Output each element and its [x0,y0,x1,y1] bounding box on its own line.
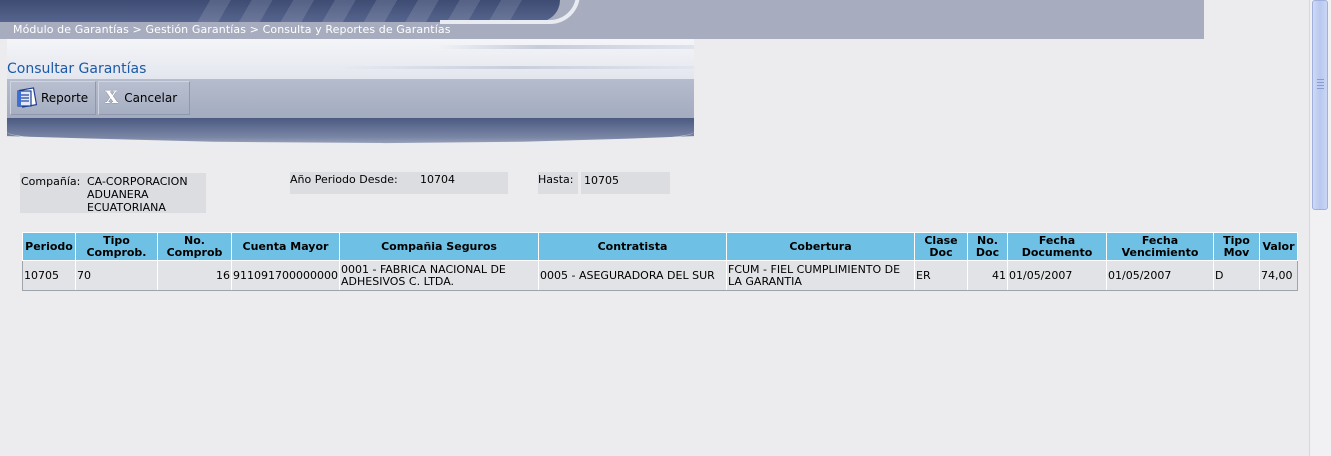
table-cell: 01/05/2007 [1106,260,1214,291]
col-header[interactable]: Tipo Mov [1213,232,1260,261]
toolbar: Reporte X Cancelar [7,79,694,118]
table-cell: 911091700000000 [231,260,340,291]
col-header[interactable]: No. Doc [967,232,1008,261]
page-title: Consultar Garantías [7,61,147,77]
breadcrumb: Módulo de Garantías > Gestión Garantías … [13,23,451,36]
col-header[interactable]: Fecha Vencimiento [1106,232,1214,261]
table-cell: D [1213,260,1260,291]
reporte-label: Reporte [41,91,89,105]
table-cell: 70 [75,260,158,291]
report-icon [16,86,38,111]
cancelar-button[interactable]: X Cancelar [98,81,190,115]
close-x-icon: X [105,88,119,108]
top-banner: Módulo de Garantías > Gestión Garantías … [0,0,1204,39]
table-cell: 10705 [22,260,76,291]
table-cell: ER [914,260,968,291]
header-panel: Consultar Garantías Reporte X Cancelar [7,39,694,151]
col-header[interactable]: Periodo [22,232,76,261]
garantias-table: Periodo Tipo Comprob. No. Comprob Cuenta… [22,232,1298,291]
col-header[interactable]: Fecha Documento [1007,232,1107,261]
hasta-label: Hasta: [538,173,574,186]
table-cell: FCUM - FIEL CUMPLIMIENTO DE LA GARANTIA [726,260,915,291]
banner-swoosh [440,0,580,24]
col-header[interactable]: No. Comprob [157,232,232,261]
table-cell: 0001 - FABRICA NACIONAL DE ADHESIVOS C. … [339,260,539,291]
hasta-value: 10705 [584,174,619,187]
table-header-row: Periodo Tipo Comprob. No. Comprob Cuenta… [22,232,1298,261]
table-row[interactable]: 10705 70 16 911091700000000 0001 - FABRI… [22,260,1298,291]
col-header[interactable]: Cobertura [726,232,915,261]
hasta-field: 10705 [581,172,670,194]
table-cell: 01/05/2007 [1007,260,1107,291]
col-header[interactable]: Contratista [538,232,727,261]
col-header[interactable]: Valor [1259,232,1298,261]
reporte-button[interactable]: Reporte [10,81,96,115]
table-cell: 0005 - ASEGURADORA DEL SUR [538,260,727,291]
col-header[interactable]: Compañia Seguros [339,232,539,261]
title-strip: Consultar Garantías [7,39,694,79]
table-cell: 74,00 [1259,260,1298,291]
compania-label: Compañía: [21,175,81,188]
col-header[interactable]: Tipo Comprob. [75,232,158,261]
col-header[interactable]: Clase Doc [914,232,968,261]
compania-value: CA-CORPORACION ADUANERA ECUATORIANA [87,175,188,214]
anio-desde-label: Año Periodo Desde: [290,173,398,186]
vertical-scrollbar[interactable] [1309,0,1331,456]
anio-desde-value: 10704 [420,173,455,186]
scrollbar-thumb[interactable] [1312,0,1328,210]
table-cell: 41 [967,260,1008,291]
cancelar-label: Cancelar [124,91,178,105]
table-cell: 16 [157,260,232,291]
col-header[interactable]: Cuenta Mayor [231,232,340,261]
header-wave-line [7,132,694,148]
